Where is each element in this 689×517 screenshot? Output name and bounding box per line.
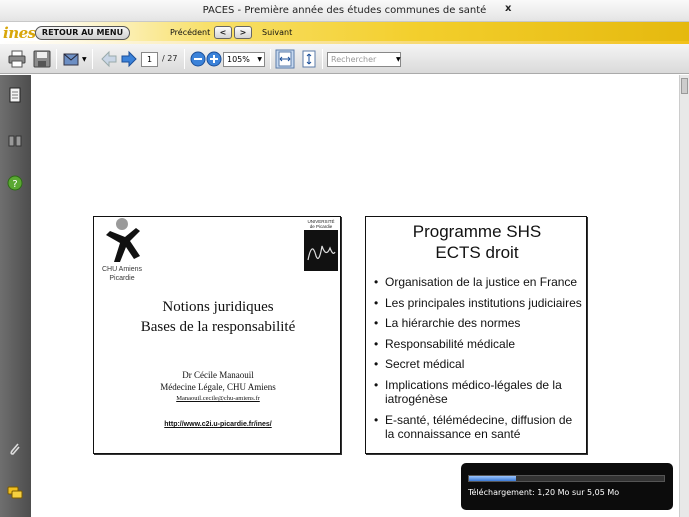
bullet-item: E-santé, télémédecine, diffusion de la c… <box>374 413 584 442</box>
previous-page-icon[interactable] <box>100 50 118 68</box>
zoom-value: 105% <box>227 55 250 64</box>
search-input[interactable]: Rechercher <box>327 52 401 67</box>
slide1-author: Dr Cécile Manaouil <box>182 370 254 380</box>
slide2-title-line1: Programme SHS <box>412 222 542 241</box>
attachments-icon[interactable] <box>7 132 23 148</box>
slide1-title: Notions juridiques Bases de la responsab… <box>94 297 342 337</box>
next-button[interactable]: > <box>234 26 252 39</box>
universite-picardie-logo: UNIVERSITÉ de Picardie <box>303 219 339 271</box>
email-icon[interactable] <box>63 50 81 68</box>
page-total: / 27 <box>162 54 178 63</box>
print-icon[interactable] <box>8 50 26 68</box>
bullet-item: Les principales institutions judiciaires <box>374 296 584 311</box>
univ-logo-text: UNIVERSITÉ de Picardie <box>307 219 335 229</box>
download-progress-fill <box>469 476 516 481</box>
univ-logo-signature <box>304 230 338 271</box>
search-placeholder: Rechercher <box>331 55 377 64</box>
fit-page-icon[interactable] <box>300 50 318 68</box>
slide1-url[interactable]: http://www.c2i.u-picardie.fr/ines/ <box>94 421 342 428</box>
bullet-item: Secret médical <box>374 357 584 372</box>
slide2-title: Programme SHS ECTS droit <box>366 221 588 263</box>
download-progress-bar <box>468 475 665 482</box>
slide-programme: Programme SHS ECTS droit Organisation de… <box>365 216 587 454</box>
vertical-scrollbar[interactable] <box>679 75 689 517</box>
svg-text:?: ? <box>12 179 17 190</box>
download-status-text: Téléchargement: 1,20 Mo sur 5,05 Mo <box>468 488 620 497</box>
slide2-bullet-list: Organisation de la justice en France Les… <box>374 275 584 448</box>
search-dropdown-icon[interactable]: ▼ <box>396 56 401 63</box>
bullet-item: Implications médico-légales de la iatrog… <box>374 378 584 407</box>
next-page-icon[interactable] <box>120 50 138 68</box>
page-number-input[interactable]: 1 <box>141 52 158 67</box>
slide1-title-line1: Notions juridiques <box>162 299 274 315</box>
slide1-affiliation: Médecine Légale, CHU Amiens <box>160 382 276 392</box>
previous-label[interactable]: Précédent <box>170 28 210 37</box>
download-progress-panel: Téléchargement: 1,20 Mo sur 5,05 Mo <box>461 463 673 510</box>
next-label[interactable]: Suivant <box>262 28 292 37</box>
sidebar: ? <box>0 75 31 517</box>
help-icon[interactable]: ? <box>7 175 23 191</box>
save-icon[interactable] <box>33 50 51 68</box>
fit-width-icon[interactable] <box>275 49 295 69</box>
bullet-item: Organisation de la justice en France <box>374 275 584 290</box>
chu-logo-text: CHU Amiens Picardie <box>101 266 143 282</box>
zoom-dropdown-icon: ▼ <box>257 56 262 63</box>
ines-navbar: ines RETOUR AU MENU Précédent < > Suivan… <box>0 22 689 44</box>
close-button[interactable]: x <box>505 3 511 14</box>
ines-logo: ines <box>3 24 36 42</box>
slide1-email[interactable]: Manaouil.cecile@chu-amiens.fr <box>94 395 342 402</box>
retour-menu-button[interactable]: RETOUR AU MENU <box>35 26 130 40</box>
paperclip-icon[interactable] <box>7 441 23 457</box>
zoom-select[interactable]: 105% ▼ <box>223 52 265 67</box>
scroll-thumb[interactable] <box>681 78 688 94</box>
pages-icon[interactable] <box>7 87 23 103</box>
bullet-item: La hiérarchie des normes <box>374 316 584 331</box>
pdf-toolbar: ▼ 1 / 27 105% ▼ Rechercher ▼ <box>0 44 689 74</box>
zoom-in-icon[interactable] <box>205 50 223 68</box>
comments-icon[interactable] <box>7 485 23 501</box>
window-title: PACES - Première année des études commun… <box>202 5 487 16</box>
slide1-title-line2: Bases de la responsabilité <box>140 319 296 335</box>
previous-button[interactable]: < <box>214 26 232 39</box>
slide2-title-line2: ECTS droit <box>435 243 519 262</box>
slide1-author-block: Dr Cécile Manaouil Médecine Légale, CHU … <box>94 369 342 393</box>
bullet-item: Responsabilité médicale <box>374 337 584 352</box>
window-titlebar: PACES - Première année des études commun… <box>0 0 689 22</box>
slide-title: CHU Amiens Picardie UNIVERSITÉ de Picard… <box>93 216 341 454</box>
chu-amiens-logo <box>106 218 140 262</box>
email-dropdown-icon[interactable]: ▼ <box>82 56 87 63</box>
